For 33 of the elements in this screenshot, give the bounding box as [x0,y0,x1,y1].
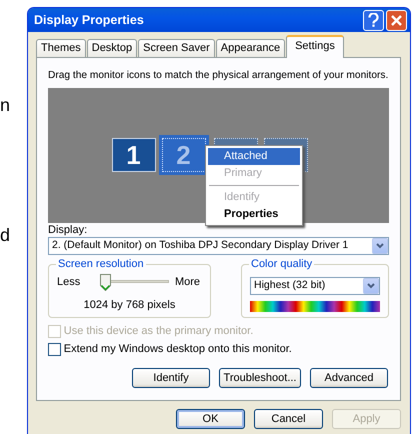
action-button[interactable]: Identify [132,368,210,388]
checkbox-label: Use this device as the primary monitor. [64,324,254,340]
help-button[interactable] [363,10,384,30]
group-title: Screen resolution [56,256,146,270]
margin-text-fragment: d [0,226,10,244]
display-label: Display: [48,224,88,236]
action-button[interactable]: Troubleshoot... [219,368,301,388]
menu-item[interactable]: Properties [208,206,300,222]
more-label: More [174,274,200,290]
menu-item[interactable]: Attached [208,148,300,164]
dialog-button[interactable]: OK [176,409,245,429]
tab[interactable]: Screen Saver [138,39,215,57]
resolution-reading: 1024 by 768 pixels [84,298,176,310]
instruction-text: Drag the monitor icons to match the physical arrangement of your monitors. [48,69,388,83]
checkbox[interactable] [48,343,61,356]
tab[interactable]: Desktop [86,39,138,57]
display-dropdown[interactable]: 2. (Default Monitor) on Toshiba DPJ Secondary Display Driver 1 [48,236,389,254]
tab[interactable]: Appearance [216,39,286,57]
less-label: Less [57,274,80,290]
checkbox-label: Extend my Windows desktop onto this monitor. [64,342,292,358]
monitor-tile[interactable]: 1 [112,138,156,172]
dialog-button[interactable]: Cancel [254,409,323,429]
tab[interactable]: Settings [286,35,344,58]
slider-thumb[interactable] [100,274,112,290]
group-title: Color quality [249,256,314,270]
action-button[interactable]: Advanced [310,368,388,388]
close-button[interactable] [386,10,407,30]
color-quality-dropdown[interactable]: Highest (32 bit) [250,276,380,294]
window-title: Display Properties [34,12,144,29]
tab[interactable]: Themes [36,39,86,57]
margin-text-fragment: n [0,96,10,114]
help-icon [368,13,379,27]
close-icon [391,14,402,26]
